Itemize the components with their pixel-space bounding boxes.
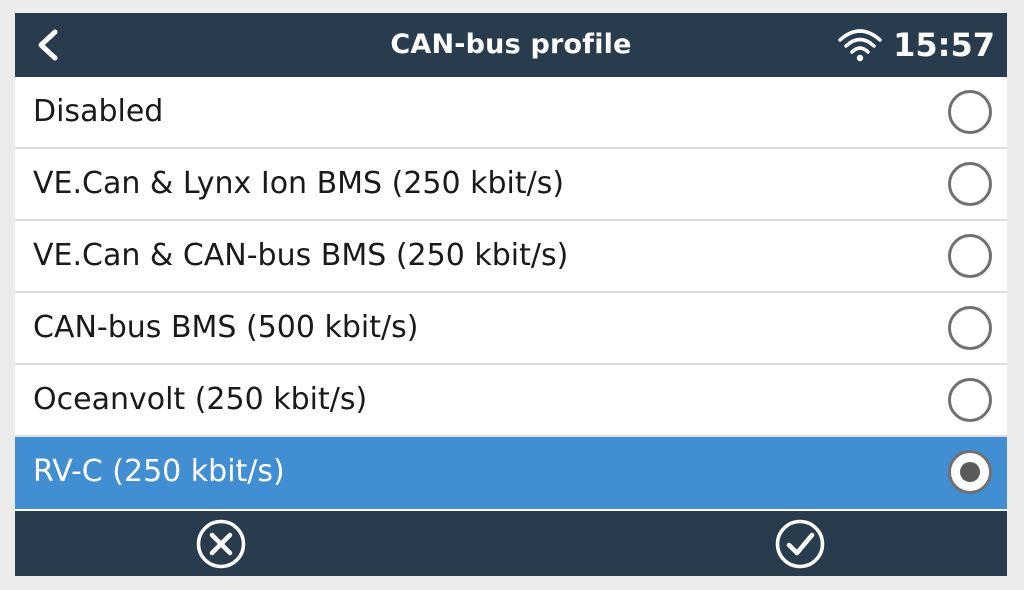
profile-list: Disabled VE.Can & Lynx Ion BMS (250 kbit… bbox=[15, 77, 1007, 509]
profile-option-label: CAN-bus BMS (500 kbit/s) bbox=[33, 310, 419, 345]
confirm-button[interactable] bbox=[775, 519, 825, 569]
footer-bar bbox=[15, 511, 1007, 576]
profile-option-label: RV-C (250 kbit/s) bbox=[33, 454, 285, 489]
radio-unselected-icon[interactable] bbox=[947, 305, 993, 351]
profile-option-label: Oceanvolt (250 kbit/s) bbox=[33, 382, 368, 417]
profile-option-vecan-lynx[interactable]: VE.Can & Lynx Ion BMS (250 kbit/s) bbox=[15, 149, 1007, 221]
radio-unselected-icon[interactable] bbox=[947, 89, 993, 135]
wifi-icon bbox=[837, 28, 883, 62]
radio-unselected-icon[interactable] bbox=[947, 233, 993, 279]
profile-option-disabled[interactable]: Disabled bbox=[15, 77, 1007, 149]
profile-option-label: VE.Can & Lynx Ion BMS (250 kbit/s) bbox=[33, 166, 565, 201]
profile-option-label: VE.Can & CAN-bus BMS (250 kbit/s) bbox=[33, 238, 569, 273]
status-area: 15:57 bbox=[837, 13, 995, 77]
radio-unselected-icon[interactable] bbox=[947, 377, 993, 423]
profile-option-rvc[interactable]: RV-C (250 kbit/s) bbox=[15, 437, 1007, 509]
profile-option-vecan-canbus[interactable]: VE.Can & CAN-bus BMS (250 kbit/s) bbox=[15, 221, 1007, 293]
profile-option-oceanvolt[interactable]: Oceanvolt (250 kbit/s) bbox=[15, 365, 1007, 437]
profile-option-canbus-bms[interactable]: CAN-bus BMS (500 kbit/s) bbox=[15, 293, 1007, 365]
header-bar: CAN-bus profile 15:57 bbox=[15, 13, 1007, 77]
check-icon bbox=[775, 519, 825, 569]
radio-selected-icon[interactable] bbox=[947, 449, 993, 495]
radio-unselected-icon[interactable] bbox=[947, 161, 993, 207]
cancel-button[interactable] bbox=[196, 519, 246, 569]
app-frame: CAN-bus profile 15:57 Disabled VE.Can & … bbox=[15, 13, 1007, 576]
clock: 15:57 bbox=[893, 26, 995, 64]
profile-option-label: Disabled bbox=[33, 94, 164, 129]
cancel-icon bbox=[196, 519, 246, 569]
